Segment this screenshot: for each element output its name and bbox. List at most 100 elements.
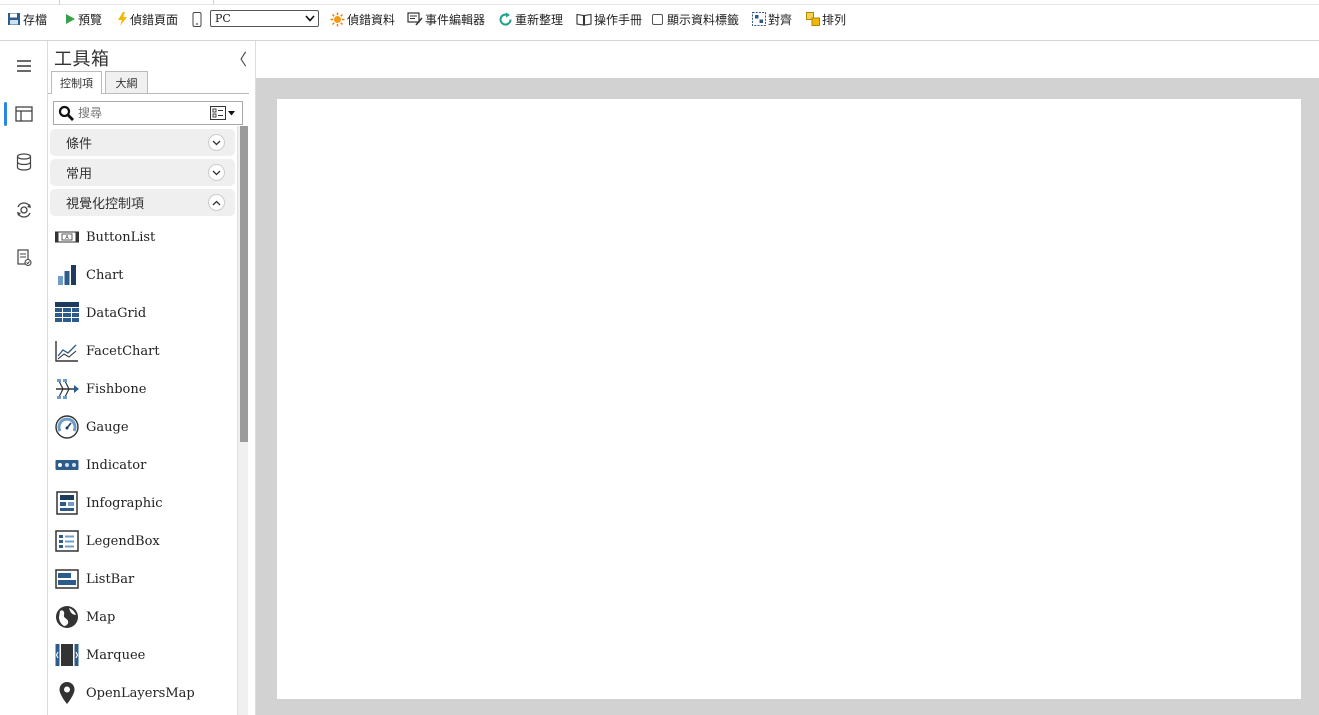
- marquee-icon: [54, 642, 80, 668]
- scrollbar-thumb[interactable]: [240, 126, 248, 442]
- tool-item-label: Map: [86, 609, 116, 625]
- collapse-panel-button[interactable]: 〈: [231, 46, 247, 70]
- tool-item-label: DataGrid: [86, 305, 147, 321]
- device-select[interactable]: PC: [210, 10, 319, 27]
- tool-item-buttonlist[interactable]: A ButtonList: [54, 222, 234, 252]
- debug-data-label: 偵錯資料: [347, 12, 396, 27]
- manual-button[interactable]: 操作手冊: [576, 10, 642, 28]
- tool-item-indicator[interactable]: Indicator: [54, 450, 234, 480]
- refresh-label: 重新整理: [515, 12, 564, 27]
- refresh-button[interactable]: 重新整理: [498, 10, 563, 28]
- debug-page-label: 偵錯頁面: [130, 12, 179, 27]
- tool-item-label: OpenLayersMap: [86, 685, 195, 701]
- floppy-disk-icon: [8, 13, 20, 25]
- group-label: 常用: [66, 167, 93, 182]
- tool-item-label: FacetChart: [86, 343, 160, 359]
- toolbox-panel: 工具箱 〈 控制項 大綱 條件 常用 視覺化控制項 A ButtonList C…: [48, 41, 249, 715]
- indicator-icon: [54, 452, 80, 478]
- lightning-icon: [118, 12, 127, 26]
- svg-text:A: A: [65, 235, 69, 241]
- tool-item-legendbox[interactable]: LegendBox: [54, 526, 234, 556]
- tool-item-marquee[interactable]: Marquee: [54, 640, 234, 670]
- database-icon[interactable]: [14, 152, 34, 172]
- chevron-down-icon: [305, 15, 315, 22]
- tool-item-openlayersmap[interactable]: OpenLayersMap: [54, 678, 234, 708]
- toolbar-tab-marker: [0, 0, 60, 5]
- list-view-icon: [210, 106, 226, 120]
- refresh-icon: [499, 12, 512, 26]
- group-label: 視覺化控制項: [66, 197, 145, 212]
- search-input[interactable]: [78, 105, 198, 121]
- tool-item-label: ButtonList: [86, 229, 156, 245]
- arrange-icon: [806, 12, 820, 26]
- group-common[interactable]: 常用: [50, 159, 235, 186]
- tool-item-label: LegendBox: [86, 533, 160, 549]
- tool-item-label: Indicator: [86, 457, 147, 473]
- layout-icon[interactable]: [14, 104, 34, 124]
- device-icon-button[interactable]: [192, 10, 202, 28]
- legendbox-icon: [54, 528, 80, 554]
- debug-data-button[interactable]: 偵錯資料: [330, 10, 395, 28]
- toolbar-top-strip: [0, 0, 1319, 5]
- tool-item-infographic[interactable]: Infographic: [54, 488, 234, 518]
- buttonlist-icon: A: [54, 224, 80, 250]
- preview-button[interactable]: 預覽: [64, 10, 102, 28]
- align-label: 對齊: [768, 12, 793, 27]
- preview-label: 預覽: [78, 12, 103, 27]
- map-icon: [54, 604, 80, 630]
- chart-icon: [54, 262, 80, 288]
- design-workspace: [255, 41, 1319, 715]
- tool-item-map[interactable]: Map: [54, 602, 234, 632]
- save-button[interactable]: 存檔: [7, 10, 47, 28]
- tool-item-label: Infographic: [86, 495, 163, 511]
- tool-item-label: Marquee: [86, 647, 146, 663]
- align-button[interactable]: 對齊: [752, 10, 792, 28]
- chevron-up-icon[interactable]: [208, 194, 225, 211]
- group-conditions[interactable]: 條件: [50, 129, 235, 156]
- tool-item-label: ListBar: [86, 571, 135, 587]
- chevron-down-icon[interactable]: [208, 164, 225, 181]
- device-select-value: PC: [215, 12, 231, 25]
- listbar-icon: [54, 566, 80, 592]
- design-canvas[interactable]: [277, 99, 1301, 699]
- active-indicator: [4, 102, 7, 126]
- view-mode-toggle[interactable]: [210, 106, 235, 120]
- datagrid-icon: [54, 300, 80, 326]
- chevron-down-icon[interactable]: [208, 134, 225, 151]
- tab-controls[interactable]: 控制項: [51, 71, 102, 94]
- tool-item-label: Fishbone: [86, 381, 147, 397]
- tool-item-datagrid[interactable]: DataGrid: [54, 298, 234, 328]
- tool-item-listbar[interactable]: ListBar: [54, 564, 234, 594]
- mobile-device-icon: [192, 11, 202, 27]
- arrange-label: 排列: [822, 12, 847, 27]
- caret-down-icon: [228, 110, 235, 115]
- arrange-button[interactable]: 排列: [806, 10, 846, 28]
- tool-item-fishbone[interactable]: Fishbone: [54, 374, 234, 404]
- search-icon: [58, 105, 74, 121]
- tool-item-chart[interactable]: Chart: [54, 260, 234, 290]
- menu-icon[interactable]: [14, 56, 34, 76]
- open-book-icon: [576, 13, 592, 26]
- openlayersmap-icon: [54, 680, 80, 706]
- play-icon: [66, 14, 75, 24]
- event-editor-button[interactable]: 事件編輯器: [407, 10, 485, 28]
- search-box: [53, 101, 243, 125]
- group-label: 條件: [66, 137, 93, 152]
- show-labels-checkbox[interactable]: 顯示資料標籤: [652, 10, 739, 28]
- toolbox-title: 工具箱: [54, 49, 110, 70]
- toolbox-scrollbar[interactable]: [237, 126, 248, 715]
- group-visual-controls[interactable]: 視覺化控制項: [50, 189, 235, 216]
- tool-item-gauge[interactable]: Gauge: [54, 412, 234, 442]
- align-grid-icon: [752, 12, 766, 26]
- checkbox-icon[interactable]: [652, 13, 663, 25]
- debug-page-button[interactable]: 偵錯頁面: [117, 10, 178, 28]
- event-edit-icon: [407, 12, 423, 26]
- sun-gear-icon: [330, 12, 345, 26]
- report-check-icon[interactable]: [14, 248, 34, 268]
- tab-outline[interactable]: 大綱: [105, 71, 148, 93]
- tool-item-label: Chart: [86, 267, 124, 283]
- toolbar-tab-marker: [60, 0, 214, 5]
- tool-item-label: Gauge: [86, 419, 129, 435]
- tool-item-facetchart[interactable]: FacetChart: [54, 336, 234, 366]
- settings-sync-icon[interactable]: [14, 200, 34, 220]
